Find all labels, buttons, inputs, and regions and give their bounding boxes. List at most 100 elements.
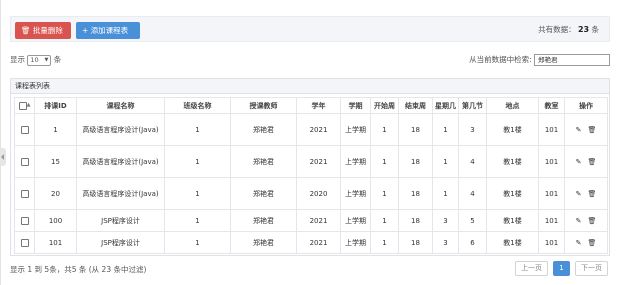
cell-course: 高级语言程序设计(Java) xyxy=(76,177,165,210)
edit-icon[interactable]: ✎ xyxy=(576,190,582,198)
trash-icon[interactable]: 🗑 xyxy=(587,239,596,247)
row-actions: ✎ 🗑 xyxy=(564,113,608,146)
row-select-cell xyxy=(14,209,35,232)
column-header[interactable]: 第几节 xyxy=(458,97,487,114)
edit-icon[interactable]: ✎ xyxy=(576,126,582,134)
select-all-checkbox[interactable] xyxy=(18,101,27,110)
cell-end-week: 18 xyxy=(398,145,433,178)
next-page-button[interactable]: 下一页 xyxy=(575,261,608,276)
total-unit: 条 xyxy=(591,25,600,34)
trash-icon[interactable]: 🗑 xyxy=(587,190,596,198)
schedule-panel: 课程表列表 ▲ 排课ID 课程名称 班级名称 授课教师 学年 学期 开始周 结束… xyxy=(10,78,610,256)
row-actions: ✎ 🗑 xyxy=(564,177,608,210)
cell-year: 2020 xyxy=(296,177,341,210)
cell-weekday: 1 xyxy=(432,113,459,146)
cell-id: 1 xyxy=(34,113,77,146)
cell-year: 2021 xyxy=(296,209,341,232)
cell-section: 4 xyxy=(458,177,487,210)
trash-icon[interactable]: 🗑 xyxy=(587,126,596,134)
search-label: 从当前数据中检索: xyxy=(469,55,532,64)
cell-term: 上学期 xyxy=(340,209,371,232)
table-row: 15 高级语言程序设计(Java) 1 郑艳君 2021 上学期 1 18 1 … xyxy=(14,145,608,178)
cell-room: 101 xyxy=(538,145,565,178)
row-checkbox[interactable] xyxy=(20,157,29,166)
cell-start-week: 1 xyxy=(370,231,399,254)
search-control: 从当前数据中检索: 郑艳君 xyxy=(469,54,610,66)
column-header[interactable]: 学期 xyxy=(340,97,371,114)
sidebar-collapse-handle[interactable] xyxy=(0,148,6,166)
prev-page-button[interactable]: 上一页 xyxy=(515,261,549,276)
trash-icon[interactable]: 🗑 xyxy=(587,158,596,166)
toolbar: 🗑 批量删除 + 添加课程表 共有数据： 23 条 xyxy=(10,16,610,42)
row-checkbox[interactable] xyxy=(20,216,29,225)
cell-course: 高级语言程序设计(Java) xyxy=(76,113,165,146)
edit-icon[interactable]: ✎ xyxy=(576,239,582,247)
edit-icon[interactable]: ✎ xyxy=(576,217,582,225)
row-select-cell xyxy=(14,113,35,146)
column-header[interactable]: 星期几 xyxy=(432,97,459,114)
cell-section: 5 xyxy=(458,209,487,232)
cell-class: 1 xyxy=(164,209,231,232)
row-checkbox[interactable] xyxy=(20,238,29,247)
cell-id: 15 xyxy=(34,145,77,178)
cell-class: 1 xyxy=(164,177,231,210)
sort-icon[interactable]: ▲ xyxy=(27,102,31,108)
cell-start-week: 1 xyxy=(370,177,399,210)
cell-class: 1 xyxy=(164,113,231,146)
cell-end-week: 18 xyxy=(398,231,433,254)
cell-room: 101 xyxy=(538,177,565,210)
row-checkbox[interactable] xyxy=(20,125,29,134)
row-select-cell xyxy=(14,177,35,210)
cell-weekday: 3 xyxy=(432,209,459,232)
row-actions: ✎ 🗑 xyxy=(564,145,608,178)
search-input[interactable]: 郑艳君 xyxy=(534,54,610,66)
page-length-select[interactable]: 10 ▼ xyxy=(27,54,52,66)
cell-teacher: 郑艳君 xyxy=(230,145,297,178)
batch-delete-label: 批量删除 xyxy=(32,26,63,35)
cell-room: 101 xyxy=(538,231,565,254)
row-checkbox[interactable] xyxy=(20,189,29,198)
cell-weekday: 3 xyxy=(432,231,459,254)
cell-id: 101 xyxy=(34,231,77,254)
trash-icon[interactable]: 🗑 xyxy=(587,217,596,225)
select-all-cell: ▲ xyxy=(14,97,35,114)
cell-room: 101 xyxy=(538,209,565,232)
page-length-control: 显示 10 ▼ 条 xyxy=(10,54,61,66)
table-row: 101 JSP程序设计 1 郑艳君 2021 上学期 1 18 3 6 教1楼 … xyxy=(14,231,608,254)
table-header-row: ▲ 排课ID 课程名称 班级名称 授课教师 学年 学期 开始周 结束周 星期几 … xyxy=(14,97,608,114)
cell-place: 教1楼 xyxy=(486,209,539,232)
cell-section: 4 xyxy=(458,145,487,178)
cell-place: 教1楼 xyxy=(486,177,539,210)
cell-course: 高级语言程序设计(Java) xyxy=(76,145,165,178)
cell-weekday: 1 xyxy=(432,145,459,178)
total-value: 23 xyxy=(577,25,590,34)
column-header[interactable]: 地点 xyxy=(486,97,539,114)
page-length-value: 10 xyxy=(30,55,39,64)
cell-teacher: 郑艳君 xyxy=(230,231,297,254)
cell-start-week: 1 xyxy=(370,209,399,232)
cell-course: JSP程序设计 xyxy=(76,209,165,232)
cell-weekday: 1 xyxy=(432,177,459,210)
cell-section: 6 xyxy=(458,231,487,254)
column-header[interactable]: 排课ID xyxy=(34,97,77,114)
cell-end-week: 18 xyxy=(398,177,433,210)
length-prefix: 显示 xyxy=(10,55,25,64)
column-header: 操作 xyxy=(564,97,608,114)
column-header[interactable]: 授课教师 xyxy=(230,97,297,114)
cell-year: 2021 xyxy=(296,145,341,178)
schedule-table: ▲ 排课ID 课程名称 班级名称 授课教师 学年 学期 开始周 结束周 星期几 … xyxy=(14,97,608,254)
column-header[interactable]: 课程名称 xyxy=(76,97,165,114)
cell-place: 教1楼 xyxy=(486,231,539,254)
edit-icon[interactable]: ✎ xyxy=(576,158,582,166)
column-header[interactable]: 班级名称 xyxy=(164,97,231,114)
cell-teacher: 郑艳君 xyxy=(230,113,297,146)
column-header[interactable]: 教室 xyxy=(538,97,565,114)
add-schedule-button[interactable]: + 添加课程表 xyxy=(76,22,140,39)
cell-year: 2021 xyxy=(296,113,341,146)
column-header[interactable]: 开始周 xyxy=(370,97,399,114)
row-actions: ✎ 🗑 xyxy=(564,209,608,232)
batch-delete-button[interactable]: 🗑 批量删除 xyxy=(15,22,71,39)
column-header[interactable]: 学年 xyxy=(296,97,341,114)
column-header[interactable]: 结束周 xyxy=(398,97,433,114)
page-1-button[interactable]: 1 xyxy=(553,261,570,276)
